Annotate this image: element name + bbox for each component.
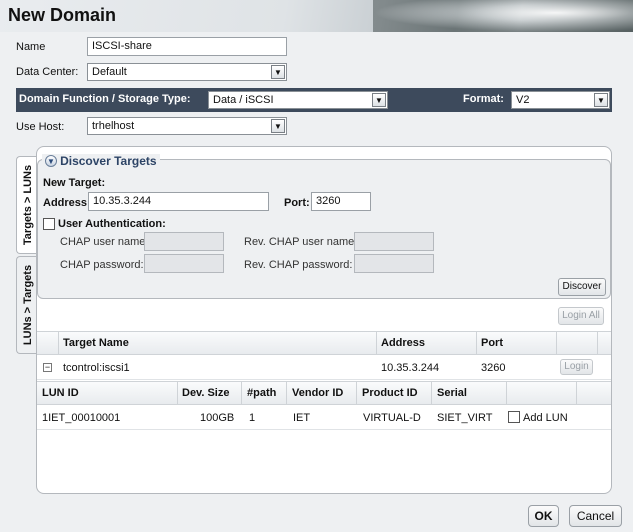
titlebar-decoration <box>373 0 633 32</box>
storage-type-select[interactable]: Data / iSCSI ▼ <box>208 91 388 109</box>
datacenter-value: Default <box>92 66 127 78</box>
path-cell: 1 <box>249 412 256 424</box>
column-header-path[interactable]: #path <box>247 387 276 399</box>
usehost-select[interactable]: trhelhost ▼ <box>87 117 287 135</box>
luns-grid-header: LUN ID Dev. Size #path Vendor ID Product… <box>37 381 611 405</box>
chevron-down-icon: ▼ <box>594 93 608 107</box>
dialog-titlebar: New Domain <box>0 0 633 32</box>
lun-id-cell: 1IET_00010001 <box>42 412 121 424</box>
column-header-vendor-id[interactable]: Vendor ID <box>292 387 343 399</box>
address-input[interactable]: 10.35.3.244 <box>88 192 269 211</box>
datacenter-select[interactable]: Default ▼ <box>87 63 287 81</box>
tab-luns-targets-label: LUNs > Targets <box>22 264 34 346</box>
port-label: Port: <box>284 197 310 209</box>
collapse-row-icon[interactable]: − <box>43 363 52 372</box>
chap-user-input[interactable] <box>144 232 224 251</box>
vendor-cell: IET <box>293 412 311 424</box>
chap-pass-label: CHAP password: <box>60 259 144 271</box>
datacenter-label: Data Center: <box>16 66 79 78</box>
port-input[interactable]: 3260 <box>311 192 371 211</box>
column-header-serial[interactable]: Serial <box>437 387 467 399</box>
name-input[interactable]: ISCSI-share <box>87 37 287 56</box>
discover-targets-header[interactable]: ▼ Discover Targets <box>42 154 160 170</box>
storage-type-value: Data / iSCSI <box>213 94 274 106</box>
ok-button[interactable]: OK <box>528 505 559 527</box>
domain-function-label: Domain Function / Storage Type: <box>19 93 191 105</box>
login-all-button[interactable]: Login All <box>558 307 604 325</box>
chevron-down-icon: ▼ <box>372 93 386 107</box>
column-header-port[interactable]: Port <box>481 337 503 349</box>
serial-cell: SIET_VIRT <box>437 412 493 424</box>
user-auth-label: User Authentication: <box>58 218 166 230</box>
domain-function-bar: Domain Function / Storage Type: Data / i… <box>16 88 612 112</box>
chevron-down-icon: ▼ <box>271 119 285 133</box>
usehost-value: trhelhost <box>92 120 135 132</box>
chap-user-label: CHAP user name: <box>60 236 149 248</box>
collapse-icon[interactable]: ▼ <box>45 155 57 167</box>
discover-targets-title: Discover Targets <box>60 154 157 168</box>
format-value: V2 <box>516 94 530 106</box>
target-port-cell: 3260 <box>481 362 506 374</box>
column-header-product-id[interactable]: Product ID <box>362 387 418 399</box>
dialog-title: New Domain <box>8 5 117 25</box>
column-header-lun-id[interactable]: LUN ID <box>42 387 79 399</box>
address-label: Address: <box>43 197 91 209</box>
rev-chap-pass-label: Rev. CHAP password: <box>244 259 353 271</box>
user-auth-checkbox[interactable] <box>43 218 55 230</box>
usehost-label: Use Host: <box>16 121 65 133</box>
target-name-cell: tcontrol:iscsi1 <box>63 362 130 374</box>
dev-size-cell: 100GB <box>200 412 235 424</box>
tab-luns-targets[interactable]: LUNs > Targets <box>16 256 36 354</box>
target-address-cell: 10.35.3.244 <box>381 362 440 374</box>
rev-chap-user-input[interactable] <box>354 232 434 251</box>
name-label: Name <box>16 41 46 53</box>
rev-chap-pass-input[interactable] <box>354 254 434 273</box>
column-header-target-name[interactable]: Target Name <box>63 337 129 349</box>
chevron-down-icon: ▼ <box>271 65 285 79</box>
rev-chap-user-label: Rev. CHAP user name: <box>244 236 358 248</box>
table-row[interactable]: − tcontrol:iscsi1 10.35.3.244 3260 Login <box>37 356 611 380</box>
login-button[interactable]: Login <box>560 359 593 375</box>
targets-grid-header: Target Name Address Port <box>37 331 611 355</box>
table-row[interactable]: 1IET_00010001 100GB 1 IET VIRTUAL-D SIET… <box>37 406 611 430</box>
add-lun-label: Add LUN <box>523 412 568 424</box>
new-target-label: New Target: <box>43 177 106 189</box>
tab-targets-luns[interactable]: Targets > LUNs <box>16 156 36 254</box>
cancel-button[interactable]: Cancel <box>569 505 622 527</box>
column-header-address[interactable]: Address <box>381 337 425 349</box>
product-cell: VIRTUAL-D <box>363 412 421 424</box>
format-label: Format: <box>463 93 504 105</box>
format-select[interactable]: V2 ▼ <box>511 91 610 109</box>
chap-pass-input[interactable] <box>144 254 224 273</box>
discover-button[interactable]: Discover <box>558 278 606 296</box>
column-header-dev-size[interactable]: Dev. Size <box>182 387 230 399</box>
add-lun-checkbox[interactable] <box>508 411 520 423</box>
